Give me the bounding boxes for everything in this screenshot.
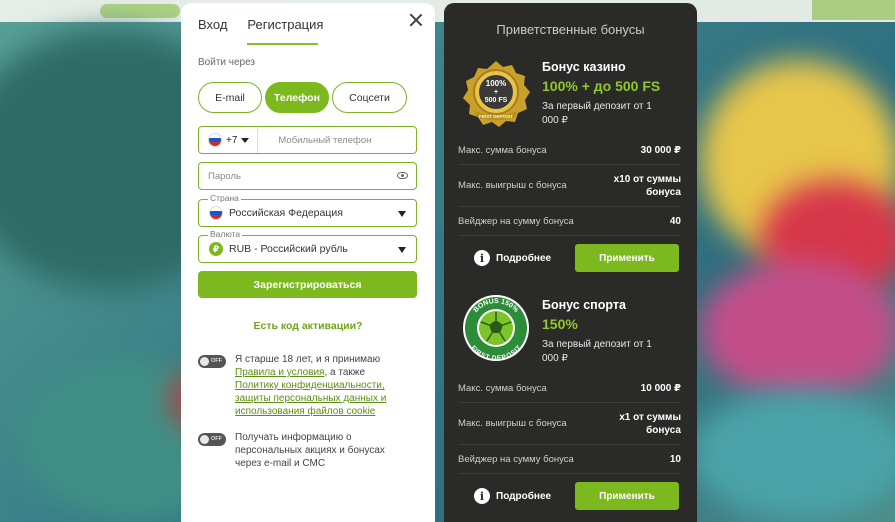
russia-flag-icon xyxy=(208,133,222,147)
country-value: Российская Федерация xyxy=(229,207,343,219)
header-button-blurred xyxy=(812,0,895,20)
sport-bonus-amount: 150% xyxy=(542,316,578,332)
sport-row-max-win: Макс. выигрыш с бонуса x1 от суммы бонус… xyxy=(458,403,681,445)
age-terms-toggle[interactable]: OFF xyxy=(198,355,226,368)
casino-badge-line3: 500 FS xyxy=(485,97,508,104)
toggle-off-label: OFF xyxy=(211,357,222,364)
login-via-label: Войти через xyxy=(198,57,256,68)
casino-badge-line1: 100% xyxy=(486,79,506,88)
info-icon: i xyxy=(474,488,490,504)
row-value: 10 000 ₽ xyxy=(640,383,681,394)
chevron-down-icon xyxy=(398,211,406,217)
site-logo-blurred xyxy=(100,4,180,18)
country-label: Страна xyxy=(208,193,241,203)
casino-row-wager: Вейджер на сумму бонуса 40 xyxy=(458,207,681,236)
tab-registration[interactable]: Регистрация xyxy=(247,17,323,45)
sport-row-wager: Вейджер на сумму бонуса 10 xyxy=(458,445,681,474)
privacy-policy-link[interactable]: Политику конфиденциальности, защиты перс… xyxy=(235,380,386,417)
sport-bonus-badge-icon: BONUS 150% FIRST DEPOSIT xyxy=(463,295,529,362)
sport-bonus-name: Бонус спорта xyxy=(542,298,626,312)
row-value: 40 xyxy=(669,215,681,227)
method-phone-button[interactable]: Телефон xyxy=(265,82,329,113)
rules-link[interactable]: Правила и условия xyxy=(235,367,324,378)
russia-flag-icon xyxy=(209,206,223,220)
currency-label: Валюта xyxy=(208,229,243,239)
row-label: Макс. выигрыш с бонуса xyxy=(458,418,567,429)
marketing-toggle[interactable]: OFF xyxy=(198,433,226,446)
casino-badge-line2: + xyxy=(494,89,498,96)
sport-more-link[interactable]: i Подробнее xyxy=(474,488,551,504)
country-code: +7 xyxy=(226,134,238,146)
close-icon[interactable] xyxy=(409,13,423,27)
panel-title: Приветственные бонусы xyxy=(496,22,645,37)
chevron-down-icon xyxy=(241,137,250,143)
consent-text-middle: , а также xyxy=(324,367,366,378)
info-icon: i xyxy=(474,250,490,266)
consent-text-prefix: Я старше 18 лет, и я принимаю xyxy=(235,354,381,365)
sport-row-max-bonus: Макс. сумма бонуса 10 000 ₽ xyxy=(458,375,681,403)
row-value: x1 от суммы бонуса xyxy=(619,411,681,436)
method-social-button[interactable]: Соцсети xyxy=(332,82,407,113)
phone-placeholder: Мобильный телефон xyxy=(278,134,372,146)
casino-row-max-bonus: Макс. сумма бонуса 30 000 ₽ xyxy=(458,137,681,165)
registration-modal: Вход Регистрация Войти через E-mail Теле… xyxy=(181,3,435,522)
marketing-consent-text: Получать информацию о персональных акция… xyxy=(235,432,385,469)
welcome-bonuses-panel: Приветственные бонусы 100% + 500 FS FIRS… xyxy=(444,3,697,522)
password-placeholder: Пароль xyxy=(208,170,241,182)
ruble-icon: ₽ xyxy=(209,242,223,256)
country-select[interactable]: Страна Российская Федерация xyxy=(198,193,417,227)
age-terms-text: Я старше 18 лет, и я принимаю Правила и … xyxy=(235,353,400,418)
chevron-down-icon xyxy=(398,247,406,253)
more-label: Подробнее xyxy=(496,490,552,502)
row-value: x10 от суммы бонуса xyxy=(613,173,681,198)
row-label: Вейджер на сумму бонуса xyxy=(458,453,574,465)
casino-bonus-badge-icon: 100% + 500 FS FIRST DEPOSIT xyxy=(463,61,530,127)
age-terms-consent: OFF Я старше 18 лет, и я принимаю Правил… xyxy=(198,353,400,418)
row-label: Вейджер на сумму бонуса xyxy=(458,215,574,227)
registration-method-group: E-mail Телефон Соцсети xyxy=(198,82,407,113)
phone-field[interactable]: +7 Мобильный телефон xyxy=(198,126,417,154)
casino-more-link[interactable]: i Подробнее xyxy=(474,250,551,266)
casino-bonus-desc: За первый депозит от 1 000 ₽ xyxy=(542,101,652,126)
method-email-button[interactable]: E-mail xyxy=(198,82,262,113)
casino-bonus-amount: 100% + до 500 FS xyxy=(542,78,661,94)
casino-apply-button[interactable]: Применить xyxy=(575,244,679,272)
toggle-off-label: OFF xyxy=(211,435,222,442)
row-label: Макс. выигрыш с бонуса xyxy=(458,180,567,191)
country-code-dropdown[interactable]: +7 xyxy=(199,127,259,153)
marketing-consent: OFF Получать информацию о персональных а… xyxy=(198,431,400,470)
tab-login[interactable]: Вход xyxy=(198,17,227,45)
row-value: 30 000 ₽ xyxy=(640,145,681,156)
row-label: Макс. сумма бонуса xyxy=(458,383,547,394)
sport-bonus-desc: За первый депозит от 1 000 ₽ xyxy=(542,339,652,364)
auth-tabs: Вход Регистрация xyxy=(198,17,323,45)
casino-row-max-win: Макс. выигрыш с бонуса x10 от суммы бону… xyxy=(458,165,681,207)
casino-bonus-name: Бонус казино xyxy=(542,60,626,74)
currency-value: RUB - Российский рубль xyxy=(229,243,348,255)
currency-select[interactable]: Валюта ₽ RUB - Российский рубль xyxy=(198,229,417,263)
row-label: Макс. сумма бонуса xyxy=(458,145,547,156)
row-value: 10 xyxy=(669,453,681,465)
sport-apply-button[interactable]: Применить xyxy=(575,482,679,510)
password-field[interactable]: Пароль xyxy=(198,162,417,190)
activation-code-link[interactable]: Есть код активации? xyxy=(181,320,435,332)
more-label: Подробнее xyxy=(496,252,552,264)
register-button[interactable]: Зарегистрироваться xyxy=(198,271,417,298)
show-password-eye-icon[interactable] xyxy=(397,172,408,179)
casino-badge-ribbon: FIRST DEPOSIT xyxy=(479,114,513,119)
